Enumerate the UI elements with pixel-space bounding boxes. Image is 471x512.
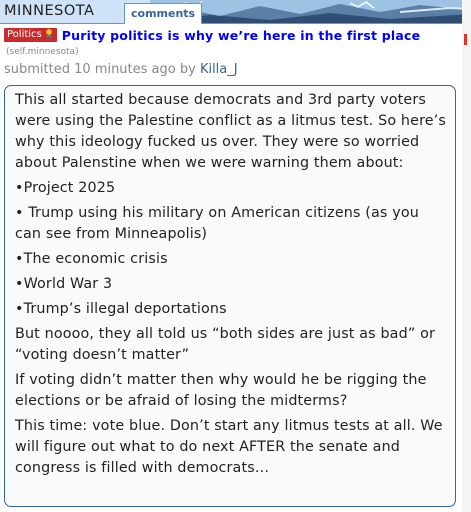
body-paragraph: This time: vote blue. Don’t start any li… [15,418,443,476]
right-edge-marker [464,34,467,45]
body-paragraph: But noooo, they all told us “both sides … [15,326,435,363]
post-title-row: Politics Purity politics is why we’re he… [4,27,464,45]
domain-link[interactable]: self.minnesota [10,47,76,57]
body-list-item: •The economic crisis [15,251,168,267]
flair-label: Politics [7,29,42,40]
body-list-item: •Project 2025 [15,180,116,196]
body-paragraph: If voting didn’t matter then why would h… [15,372,427,409]
author-link[interactable]: Killa_J [200,62,238,77]
subreddit-header: MINNESOTA comments [0,0,471,24]
post-body: This all started because democrats and 3… [4,85,456,507]
submitted-text: submitted 10 minutes ago by [4,62,196,77]
domain-close-paren: ) [75,47,79,57]
body-list-item: • Trump using his military on American c… [15,205,419,242]
post-domain: (self.minnesota) [6,45,79,59]
right-edge-strip [462,0,471,512]
body-list-item: •World War 3 [15,276,113,292]
header-divider [0,23,471,24]
body-paragraph: This all started because democrats and 3… [15,92,447,171]
subreddit-name[interactable]: MINNESOTA [4,1,95,21]
post-tagline: submitted 10 minutes ago by Killa_J [4,61,238,79]
tab-comments[interactable]: comments [124,3,203,24]
body-list-item: •Trump’s illegal deportations [15,301,227,317]
award-icon [45,28,53,38]
post-flair[interactable]: Politics [4,28,57,42]
post-title[interactable]: Purity politics is why we’re here in the… [62,27,421,44]
